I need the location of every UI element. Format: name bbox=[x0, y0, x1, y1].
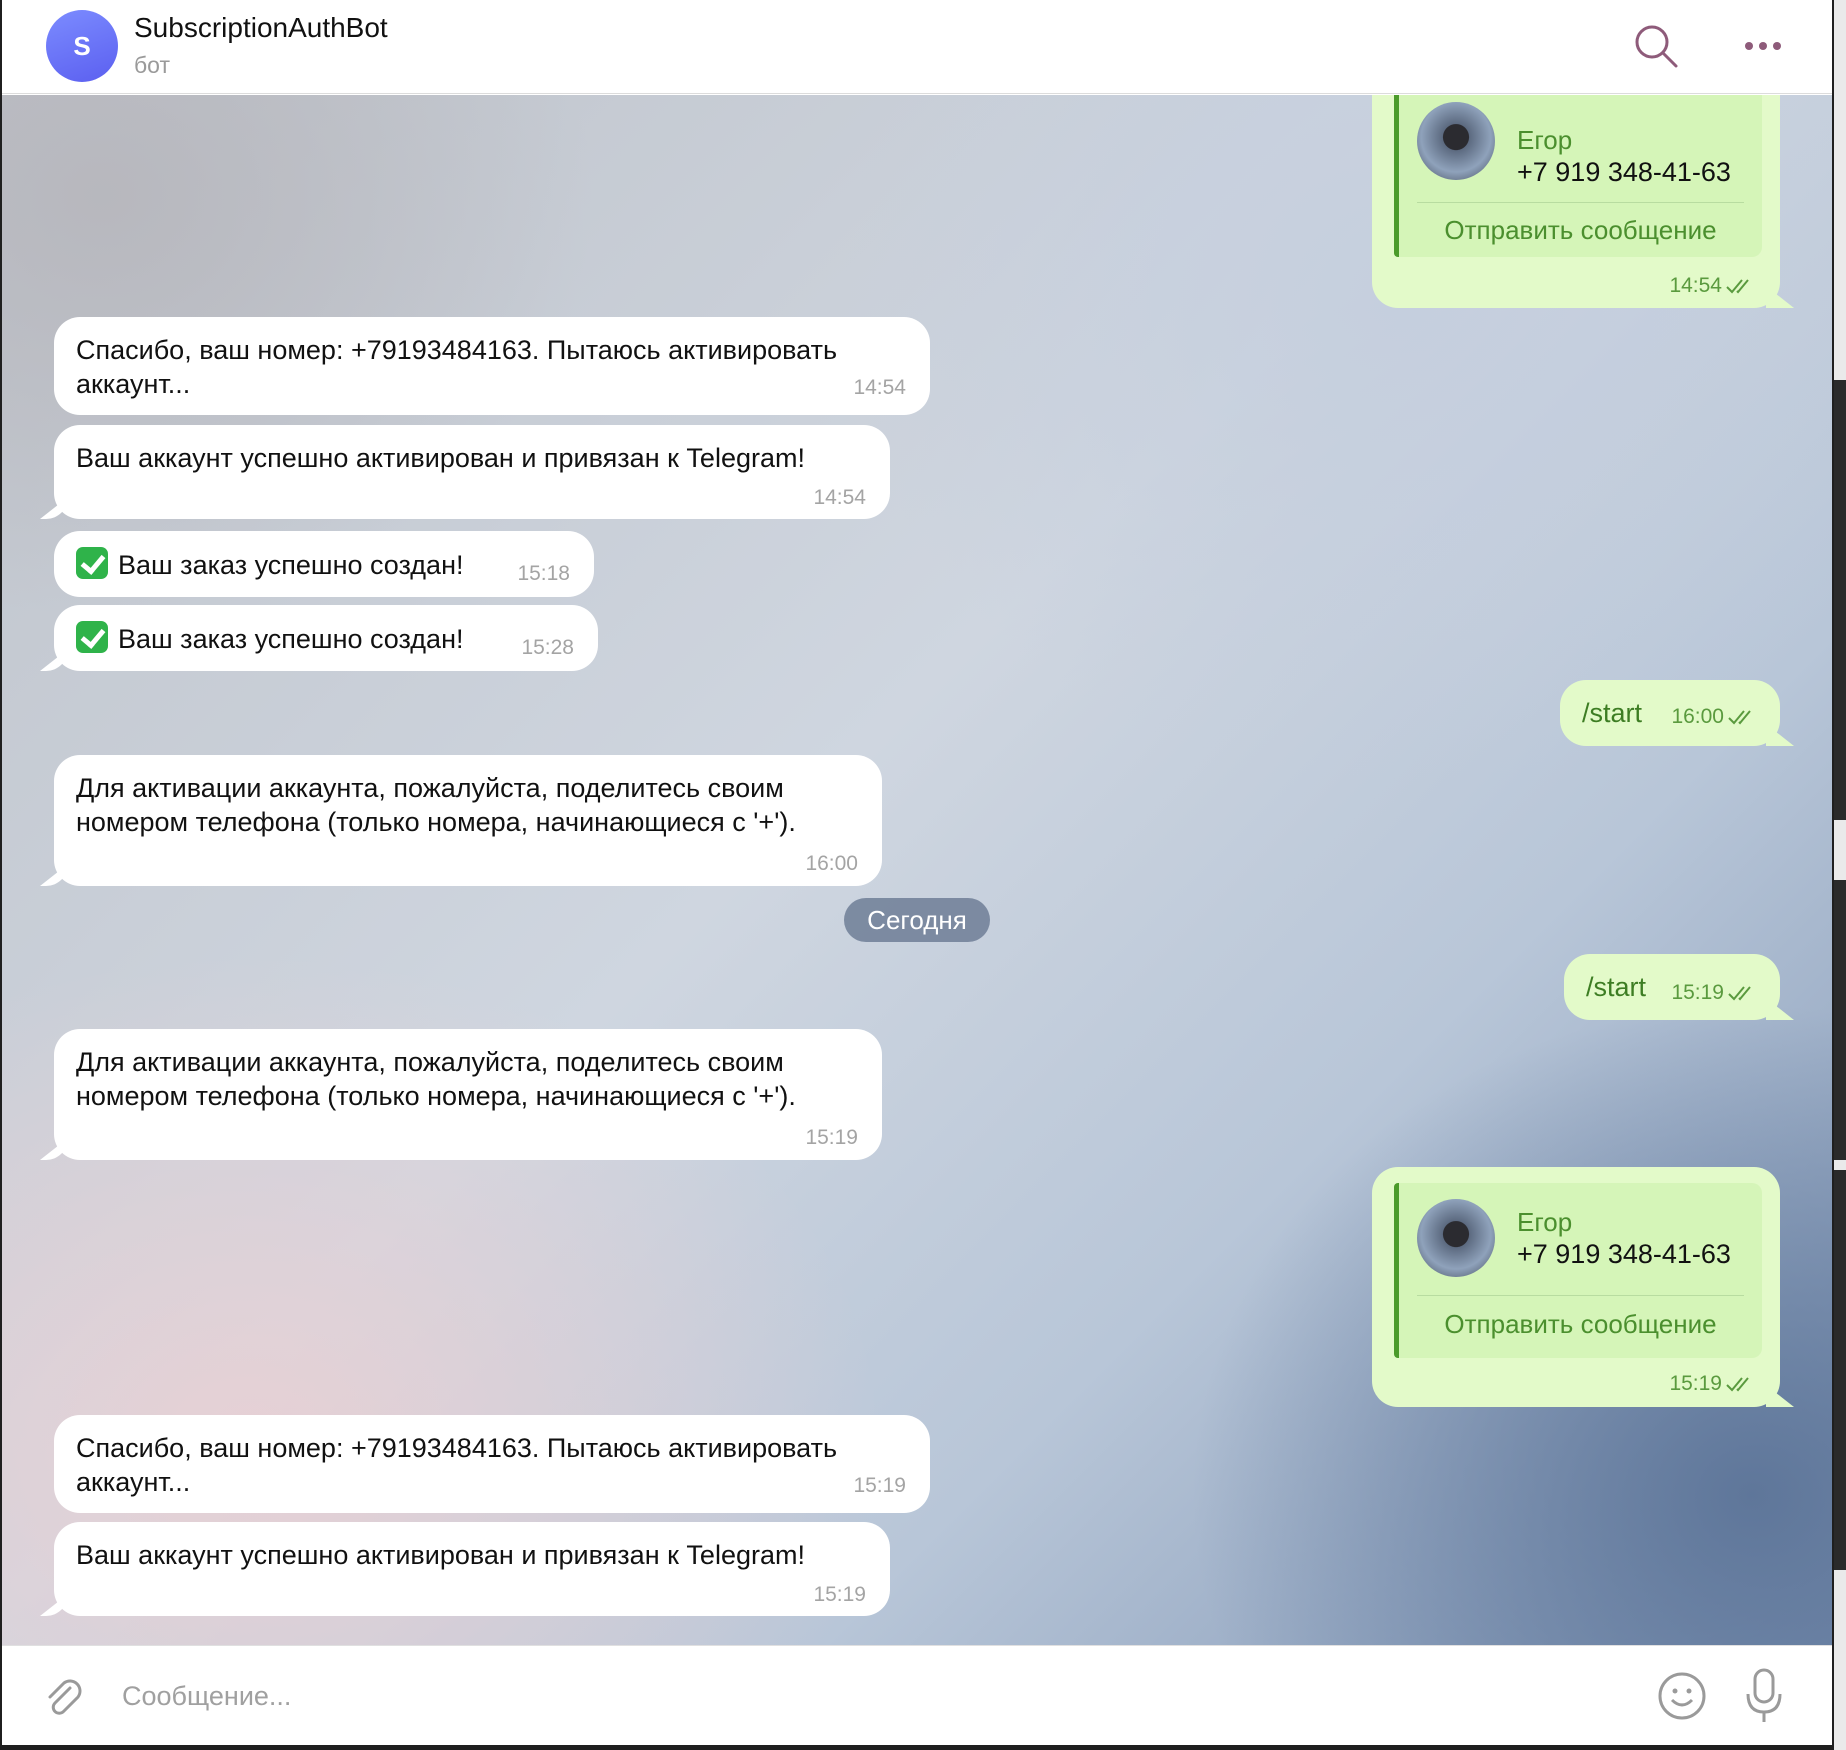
contact-divider bbox=[1417, 202, 1744, 203]
message-incoming[interactable]: Ваш заказ успешно создан! 15:18 bbox=[54, 531, 594, 597]
contact-photo bbox=[1417, 1199, 1495, 1277]
message-incoming[interactable]: Для активации аккаунта, пожалуйста, поде… bbox=[54, 755, 882, 886]
window-edge-dark bbox=[1834, 380, 1846, 820]
message-outgoing-contact[interactable]: Егор +7 919 348-41-63 Отправить сообщени… bbox=[1372, 95, 1780, 308]
check-mark-emoji bbox=[76, 547, 108, 579]
emoji-icon[interactable] bbox=[1656, 1670, 1708, 1722]
message-incoming[interactable]: Спасибо, ваш номер: +79193484163. Пытаюс… bbox=[54, 1415, 930, 1513]
double-check-icon bbox=[1728, 986, 1751, 1001]
message-outgoing[interactable]: /start 16:00 bbox=[1560, 680, 1780, 746]
message-time: 16:00 bbox=[1671, 700, 1758, 734]
message-time: 14:54 bbox=[1669, 269, 1756, 303]
message-time: 16:00 bbox=[805, 852, 858, 875]
message-text: Для активации аккаунта, пожалуйста, поде… bbox=[76, 773, 796, 837]
message-text: /start bbox=[1582, 698, 1643, 728]
chat-subtitle: бот bbox=[134, 52, 170, 78]
message-time: 15:18 bbox=[517, 562, 570, 585]
bot-avatar[interactable]: S bbox=[46, 10, 118, 82]
window-edge-dark bbox=[1834, 1170, 1846, 1570]
double-check-icon bbox=[1726, 279, 1749, 294]
message-time: 15:19 bbox=[1671, 976, 1758, 1010]
contact-phone: +7 919 348-41-63 bbox=[1517, 157, 1731, 187]
check-mark-emoji bbox=[76, 621, 108, 653]
send-message-button[interactable]: Отправить сообщение bbox=[1399, 1307, 1762, 1341]
message-list[interactable]: Егор +7 919 348-41-63 Отправить сообщени… bbox=[2, 95, 1832, 1645]
message-incoming[interactable]: Ваш аккаунт успешно активирован и привяз… bbox=[54, 425, 890, 519]
message-incoming[interactable]: Ваш заказ успешно создан! 15:28 bbox=[54, 605, 598, 671]
chat-header: S SubscriptionAuthBot бот bbox=[2, 0, 1832, 94]
send-message-button[interactable]: Отправить сообщение bbox=[1399, 213, 1762, 247]
message-time: 15:28 bbox=[521, 636, 574, 659]
window-edge-dark bbox=[1834, 880, 1846, 1160]
contact-card[interactable]: Егор +7 919 348-41-63 Отправить сообщени… bbox=[1394, 1183, 1762, 1358]
message-time: 15:19 bbox=[853, 1474, 906, 1497]
message-outgoing[interactable]: /start 15:19 bbox=[1564, 954, 1780, 1020]
message-text: Для активации аккаунта, пожалуйста, поде… bbox=[76, 1047, 796, 1111]
message-text: Спасибо, ваш номер: +79193484163. Пытаюс… bbox=[76, 1433, 838, 1497]
message-outgoing-contact[interactable]: Егор +7 919 348-41-63 Отправить сообщени… bbox=[1372, 1167, 1780, 1407]
double-check-icon bbox=[1726, 1377, 1749, 1392]
message-incoming[interactable]: Для активации аккаунта, пожалуйста, поде… bbox=[54, 1029, 882, 1160]
message-text: Ваш заказ успешно создан! bbox=[76, 547, 464, 582]
chat-window: S SubscriptionAuthBot бот Егор +7 919 34… bbox=[2, 0, 1832, 1745]
contact-phone: +7 919 348-41-63 bbox=[1517, 1239, 1731, 1269]
message-text: Спасибо, ваш номер: +79193484163. Пытаюс… bbox=[76, 335, 838, 399]
contact-card[interactable]: Егор +7 919 348-41-63 Отправить сообщени… bbox=[1394, 95, 1762, 257]
message-text: Ваш аккаунт успешно активирован и привяз… bbox=[76, 443, 805, 473]
search-icon[interactable] bbox=[1632, 22, 1680, 70]
message-text: /start bbox=[1586, 972, 1647, 1002]
composer-bar bbox=[2, 1645, 1832, 1745]
contact-name: Егор bbox=[1517, 125, 1573, 155]
contact-divider bbox=[1417, 1295, 1744, 1296]
message-time: 15:19 bbox=[1669, 1367, 1756, 1401]
contact-photo bbox=[1417, 102, 1495, 180]
microphone-icon[interactable] bbox=[1742, 1666, 1786, 1726]
contact-name: Егор bbox=[1517, 1207, 1573, 1237]
message-time: 14:54 bbox=[813, 486, 866, 509]
message-incoming[interactable]: Ваш аккаунт успешно активирован и привяз… bbox=[54, 1522, 890, 1616]
double-check-icon bbox=[1728, 710, 1751, 725]
message-text: Ваш заказ успешно создан! bbox=[76, 621, 464, 656]
more-icon[interactable] bbox=[1739, 22, 1787, 70]
message-time: 14:54 bbox=[853, 376, 906, 399]
date-separator: Сегодня bbox=[844, 898, 990, 942]
message-input[interactable] bbox=[120, 1672, 1624, 1720]
chat-title[interactable]: SubscriptionAuthBot bbox=[134, 12, 388, 44]
message-incoming[interactable]: Спасибо, ваш номер: +79193484163. Пытаюс… bbox=[54, 317, 930, 415]
message-text: Ваш аккаунт успешно активирован и привяз… bbox=[76, 1540, 805, 1570]
message-time: 15:19 bbox=[813, 1583, 866, 1606]
attach-icon[interactable] bbox=[40, 1674, 86, 1720]
message-time: 15:19 bbox=[805, 1126, 858, 1149]
